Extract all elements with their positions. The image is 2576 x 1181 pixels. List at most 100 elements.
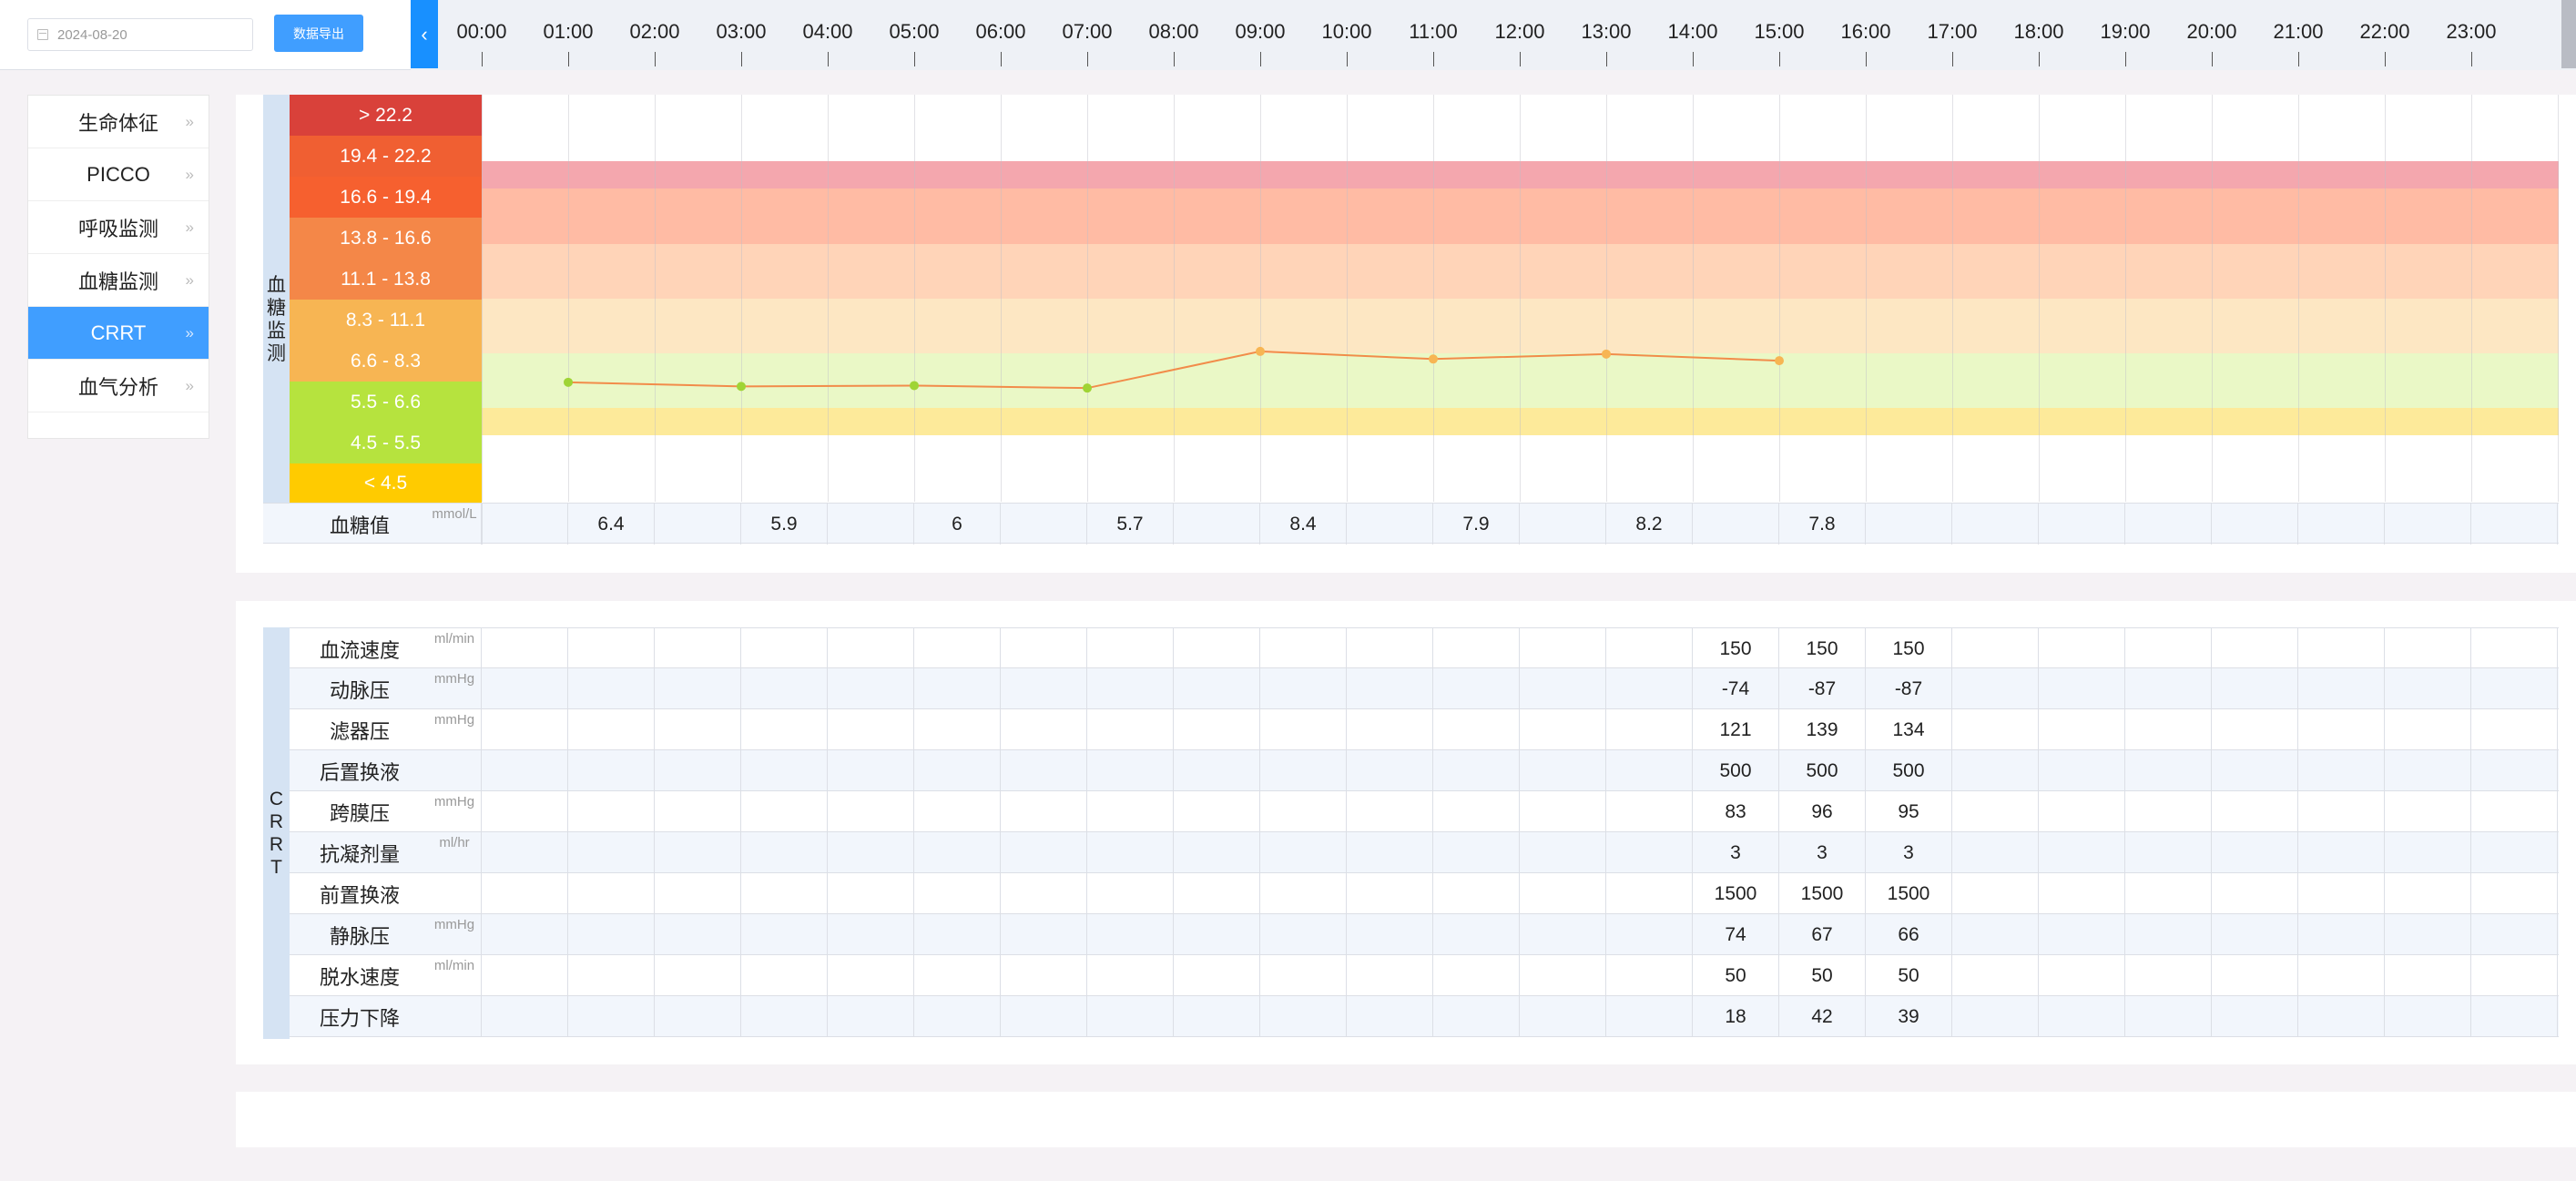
crrt-value-cell[interactable] (568, 750, 655, 791)
crrt-value-cell[interactable] (1606, 914, 1693, 955)
timeline-hour[interactable]: 19:00 (2089, 0, 2162, 70)
crrt-value-cell[interactable] (2125, 914, 2212, 955)
crrt-value-cell[interactable] (2039, 791, 2125, 832)
crrt-value-cell[interactable] (828, 996, 914, 1037)
crrt-value-cell[interactable] (914, 873, 1001, 914)
crrt-value-cell[interactable] (1174, 914, 1260, 955)
crrt-value-cell[interactable] (1433, 955, 1520, 996)
crrt-value-cell[interactable] (1087, 832, 1174, 873)
crrt-value-cell[interactable] (655, 996, 741, 1037)
crrt-value-cell[interactable] (482, 996, 568, 1037)
crrt-value-cell[interactable] (1952, 996, 2039, 1037)
crrt-value-cell[interactable] (1952, 955, 2039, 996)
sidebar-item[interactable]: CRRT » (28, 307, 209, 360)
crrt-value-cell[interactable] (568, 996, 655, 1037)
crrt-value-cell[interactable] (1606, 955, 1693, 996)
crrt-value-cell[interactable] (2385, 628, 2471, 669)
crrt-value-cell[interactable] (1606, 750, 1693, 791)
crrt-value-cell[interactable] (1260, 668, 1347, 709)
crrt-value-cell[interactable] (2212, 628, 2298, 669)
crrt-value-cell[interactable] (2125, 791, 2212, 832)
timeline-scroll-handle[interactable] (2561, 0, 2576, 68)
crrt-value-cell[interactable] (482, 873, 568, 914)
crrt-value-cell[interactable] (1433, 750, 1520, 791)
crrt-value-cell[interactable] (741, 668, 828, 709)
crrt-value-cell[interactable] (482, 668, 568, 709)
crrt-value-cell[interactable]: 150 (1779, 628, 1866, 669)
crrt-value-cell[interactable] (1260, 750, 1347, 791)
crrt-value-cell[interactable] (1087, 750, 1174, 791)
timeline-hour[interactable]: 04:00 (791, 0, 864, 70)
crrt-value-cell[interactable]: 3 (1693, 832, 1779, 873)
glucose-data-point[interactable] (737, 382, 746, 392)
crrt-value-cell[interactable] (1001, 628, 1087, 669)
crrt-value-cell[interactable] (1001, 791, 1087, 832)
glucose-data-point[interactable] (1429, 354, 1438, 364)
crrt-value-cell[interactable] (482, 709, 568, 750)
crrt-value-cell[interactable]: 1500 (1866, 873, 1952, 914)
crrt-value-cell[interactable] (1606, 996, 1693, 1037)
crrt-value-cell[interactable]: 1500 (1779, 873, 1866, 914)
crrt-value-cell[interactable] (741, 996, 828, 1037)
crrt-value-cell[interactable] (2212, 709, 2298, 750)
crrt-value-cell[interactable] (1087, 709, 1174, 750)
crrt-value-cell[interactable] (568, 955, 655, 996)
crrt-value-cell[interactable] (1433, 832, 1520, 873)
crrt-value-cell[interactable] (914, 668, 1001, 709)
crrt-value-cell[interactable] (655, 873, 741, 914)
crrt-value-cell[interactable] (655, 832, 741, 873)
crrt-value-cell[interactable] (1433, 709, 1520, 750)
crrt-value-cell[interactable] (655, 628, 741, 669)
crrt-value-cell[interactable] (2471, 791, 2558, 832)
crrt-value-cell[interactable] (2125, 750, 2212, 791)
crrt-value-cell[interactable] (1347, 996, 1433, 1037)
crrt-value-cell[interactable]: 500 (1779, 750, 1866, 791)
crrt-value-cell[interactable] (914, 955, 1001, 996)
crrt-value-cell[interactable] (2212, 791, 2298, 832)
crrt-value-cell[interactable] (1952, 668, 2039, 709)
crrt-value-cell[interactable]: 3 (1779, 832, 1866, 873)
crrt-value-cell[interactable] (1347, 668, 1433, 709)
glucose-data-point[interactable] (910, 381, 919, 391)
crrt-value-cell[interactable] (2125, 668, 2212, 709)
crrt-value-cell[interactable] (482, 750, 568, 791)
timeline-hour[interactable]: 09:00 (1224, 0, 1297, 70)
crrt-value-cell[interactable]: 139 (1779, 709, 1866, 750)
crrt-value-cell[interactable]: 134 (1866, 709, 1952, 750)
crrt-value-cell[interactable] (1347, 955, 1433, 996)
crrt-value-cell[interactable] (1087, 628, 1174, 669)
crrt-value-cell[interactable] (2298, 873, 2385, 914)
crrt-value-cell[interactable] (1087, 955, 1174, 996)
crrt-value-cell[interactable] (2212, 668, 2298, 709)
crrt-value-cell[interactable] (914, 628, 1001, 669)
crrt-value-cell[interactable] (2212, 955, 2298, 996)
crrt-value-cell[interactable] (655, 955, 741, 996)
glucose-data-point[interactable] (564, 377, 573, 387)
crrt-value-cell[interactable] (1174, 832, 1260, 873)
crrt-value-cell[interactable] (1087, 873, 1174, 914)
timeline-hour[interactable]: 18:00 (2002, 0, 2075, 70)
crrt-value-cell[interactable] (828, 832, 914, 873)
crrt-value-cell[interactable] (2385, 750, 2471, 791)
timeline-prev-button[interactable]: ‹ (411, 0, 438, 68)
crrt-value-cell[interactable] (1952, 709, 2039, 750)
crrt-value-cell[interactable] (2385, 955, 2471, 996)
crrt-value-cell[interactable] (2471, 750, 2558, 791)
crrt-value-cell[interactable]: -74 (1693, 668, 1779, 709)
timeline-hour[interactable]: 07:00 (1051, 0, 1124, 70)
crrt-value-cell[interactable] (655, 791, 741, 832)
timeline-hour[interactable]: 05:00 (878, 0, 951, 70)
crrt-value-cell[interactable]: 500 (1866, 750, 1952, 791)
export-data-button[interactable]: 数据导出 (274, 15, 363, 52)
crrt-value-cell[interactable] (1174, 709, 1260, 750)
crrt-value-cell[interactable] (1347, 750, 1433, 791)
crrt-value-cell[interactable] (1174, 873, 1260, 914)
crrt-value-cell[interactable] (1606, 832, 1693, 873)
crrt-value-cell[interactable] (2471, 832, 2558, 873)
crrt-value-cell[interactable] (1260, 832, 1347, 873)
crrt-value-cell[interactable] (741, 709, 828, 750)
crrt-value-cell[interactable] (1347, 873, 1433, 914)
crrt-value-cell[interactable]: 18 (1693, 996, 1779, 1037)
sidebar-item[interactable]: 血气分析 » (28, 360, 209, 412)
sidebar-item[interactable]: 呼吸监测 » (28, 201, 209, 254)
